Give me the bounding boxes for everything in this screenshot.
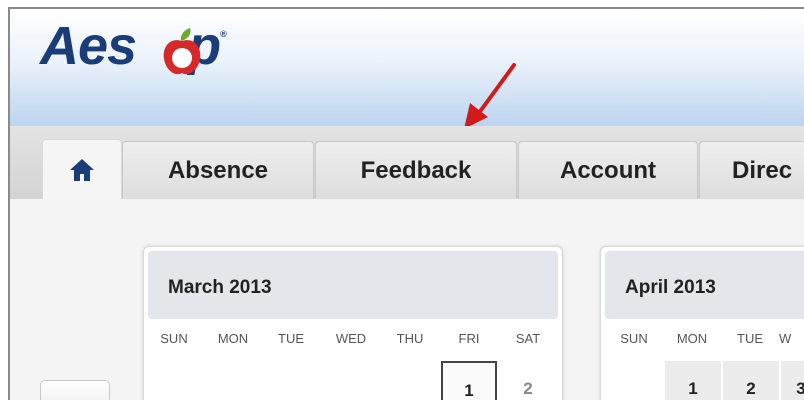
apple-logo-icon [163, 28, 201, 75]
home-icon [70, 158, 94, 181]
calendar-march: March 2013 SUN MON TUE WED THU FRI SAT 1… [143, 246, 563, 400]
date-cell[interactable]: 3 [781, 361, 804, 400]
tab-absence-label: Absence [167, 156, 269, 184]
weekday-label: TUE [737, 331, 763, 346]
calendar-header: April 2013 [605, 251, 804, 319]
red-arrow-icon [464, 63, 516, 129]
date-cell[interactable]: 2 [500, 361, 556, 400]
tab-account-label: Account [560, 156, 656, 184]
tab-home[interactable] [42, 139, 122, 199]
date-cell[interactable]: 1 [665, 361, 721, 400]
weekday-label: TUE [278, 331, 304, 346]
calendar-title: April 2013 [625, 277, 716, 298]
tab-account[interactable]: Account [518, 141, 698, 199]
app-window: Aes p® Absence Feedback Account Direc Mar… [8, 7, 804, 400]
weekday-label: MON [676, 331, 708, 346]
calendar-april: April 2013 SUN MON TUE W 1 2 3 [600, 246, 804, 400]
logo-text: Aes [40, 16, 137, 76]
weekday-label: SUN [160, 331, 188, 346]
weekday-label: MON [217, 331, 249, 346]
tab-directory[interactable]: Direc [699, 141, 804, 199]
header: Aes p® [10, 9, 804, 129]
tab-feedback[interactable]: Feedback [315, 141, 517, 199]
weekday-label: SUN [620, 331, 648, 346]
weekday-label: SAT [515, 331, 541, 346]
side-button[interactable] [40, 380, 110, 400]
tab-feedback-label: Feedback [360, 156, 472, 184]
calendar-title: March 2013 [168, 277, 272, 298]
date-cell-today[interactable]: 1 [441, 361, 497, 400]
date-cell[interactable]: 2 [723, 361, 779, 400]
weekday-label: W [779, 331, 792, 346]
weekday-label: THU [396, 331, 424, 346]
tab-absence[interactable]: Absence [122, 141, 314, 199]
calendar-header: March 2013 [148, 251, 558, 319]
weekday-label: FRI [458, 331, 480, 346]
tab-directory-label: Direc [732, 156, 793, 184]
weekday-label: WED [335, 331, 367, 346]
trademark: ® [220, 29, 227, 39]
